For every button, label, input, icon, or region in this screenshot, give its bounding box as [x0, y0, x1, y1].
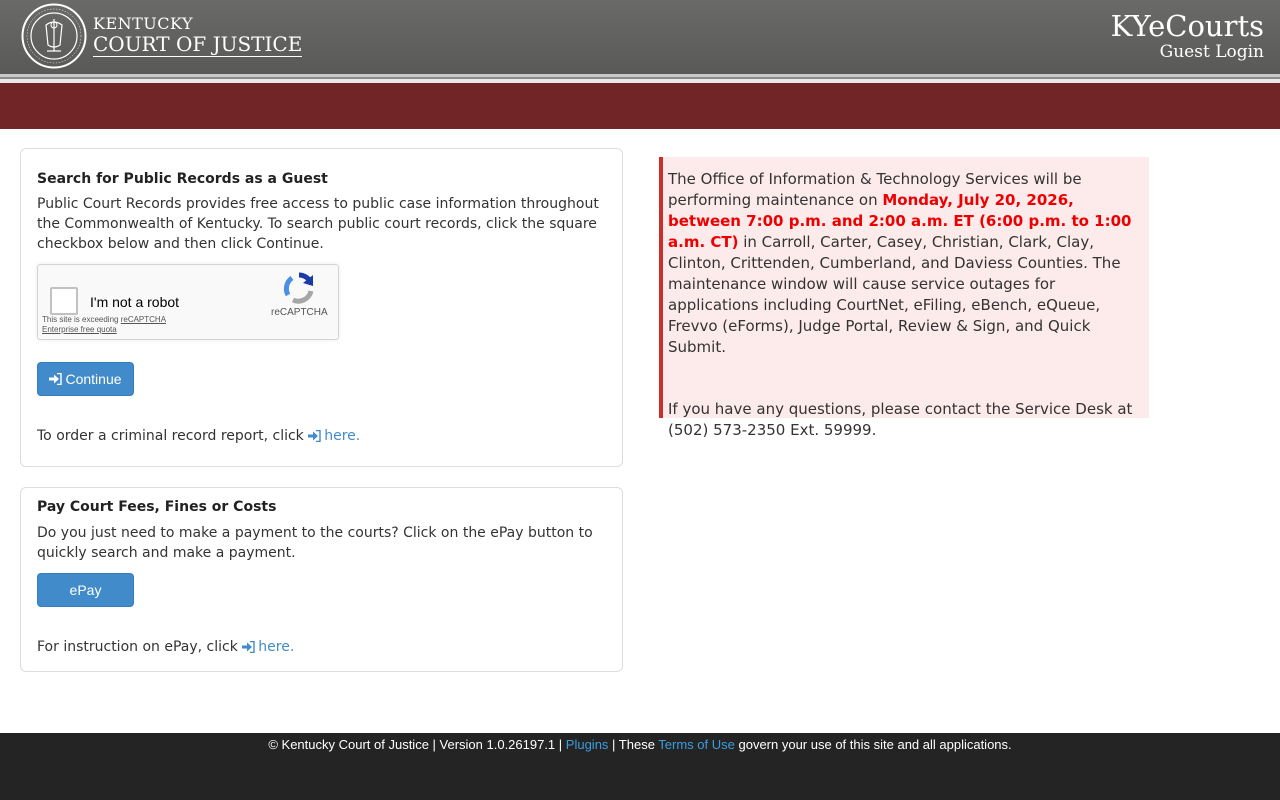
epay-instruction-text: For instruction on ePay, click [37, 639, 243, 655]
pay-fees-panel: Pay Court Fees, Fines or Costs Do you ju… [20, 487, 623, 672]
quota-note-prefix: This site is exceeding [42, 315, 121, 324]
criminal-record-link[interactable]: here. [308, 428, 360, 444]
alert-contact: If you have any questions, please contac… [668, 400, 1133, 439]
recaptcha-quota-note: This site is exceeding reCAPTCHA Enterpr… [42, 315, 166, 335]
footer-tail: govern your use of this site and all app… [734, 737, 1012, 752]
continue-button[interactable]: Continue [37, 362, 134, 396]
recaptcha-label: I'm not a robot [90, 294, 180, 310]
search-records-panel: Search for Public Records as a Guest Pub… [20, 148, 623, 467]
plugins-link[interactable]: Plugins [566, 737, 609, 752]
site-footer: © Kentucky Court of Justice | Version 1.… [0, 733, 1280, 800]
footer-copyright: © Kentucky Court of Justice | Version 1.… [268, 737, 566, 752]
epay-instruction-line: For instruction on ePay, click here. [37, 637, 621, 657]
app-title-block: KYeCourts Guest Login [1111, 10, 1264, 62]
sign-in-icon [308, 430, 321, 442]
pay-panel-title: Pay Court Fees, Fines or Costs [37, 499, 277, 515]
brand-top: KENTUCKY [93, 14, 194, 33]
kentucky-seal-logo [21, 3, 87, 69]
footer-text: © Kentucky Court of Justice | Version 1.… [0, 737, 1280, 752]
recaptcha-logo-icon [283, 272, 314, 304]
epay-instruction-link-label: here. [258, 639, 295, 655]
recaptcha-brand: reCAPTCHA [271, 307, 328, 318]
footer-separator: | These [608, 737, 659, 752]
recaptcha-checkbox[interactable] [50, 287, 78, 315]
quota-note-suffix[interactable]: Enterprise free quota [42, 325, 117, 334]
app-name: KYeCourts [1110, 9, 1264, 43]
criminal-record-text: To order a criminal record report, click [37, 428, 309, 444]
epay-label: ePay [69, 582, 102, 598]
criminal-record-link-label: here. [324, 428, 361, 444]
quota-note-link[interactable]: reCAPTCHA [121, 315, 166, 324]
epay-button[interactable]: ePay [37, 573, 134, 607]
brand-bottom: COURT OF JUSTICE [93, 32, 303, 57]
title-band [0, 83, 1280, 129]
pay-panel-description: Do you just need to make a payment to th… [37, 525, 593, 561]
page-subtitle: Guest Login [1159, 42, 1264, 62]
terms-of-use-link[interactable]: Terms of Use [658, 737, 735, 752]
maintenance-alert-body: The Office of Information & Technology S… [668, 169, 1143, 441]
search-panel-description: Public Court Records provides free acces… [37, 196, 599, 252]
search-panel-title: Search for Public Records as a Guest [37, 171, 328, 187]
criminal-record-line: To order a criminal record report, click… [37, 426, 621, 446]
sign-in-icon [242, 641, 255, 653]
sign-in-icon [49, 373, 63, 385]
continue-label: Continue [65, 371, 122, 387]
site-header: KENTUCKY COURT OF JUSTICE KYeCourts Gues… [0, 0, 1280, 74]
alert-text-after: in Carroll, Carter, Casey, Christian, Cl… [668, 233, 1121, 356]
recaptcha-widget: I'm not a robot This site is exceeding r… [37, 264, 339, 340]
brand-wordmark[interactable]: KENTUCKY COURT OF JUSTICE [93, 14, 303, 57]
maintenance-alert: The Office of Information & Technology S… [659, 157, 1149, 439]
epay-instruction-link[interactable]: here. [242, 639, 294, 655]
